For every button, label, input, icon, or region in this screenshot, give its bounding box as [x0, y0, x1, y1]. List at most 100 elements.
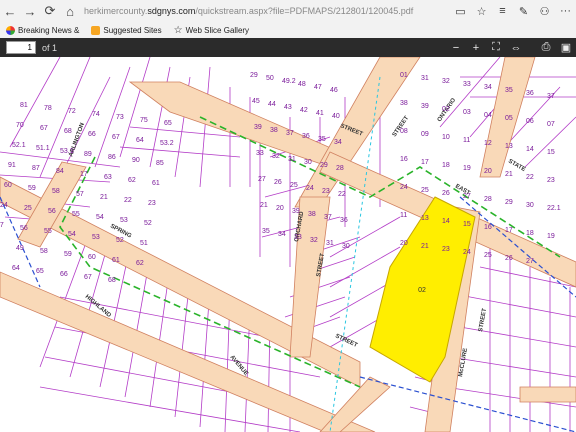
url-path: /quickstream.aspx?file=PDFMAPS/212801/12…	[195, 6, 414, 16]
parcel-number: 81	[20, 102, 28, 109]
parcel-number: 36	[302, 133, 310, 140]
back-icon[interactable]: ←	[0, 0, 20, 22]
parcel-number: 66	[60, 271, 68, 278]
page-number-input[interactable]: 1	[6, 41, 36, 54]
notes-icon[interactable]: ✎	[513, 0, 534, 22]
parcel-number: 28	[336, 165, 344, 172]
favorite-label: Suggested Sites	[103, 25, 162, 35]
refresh-icon[interactable]: ⟳	[40, 0, 60, 22]
parcel-number: 26	[442, 190, 450, 197]
parcel-number: 31	[326, 240, 334, 247]
favorite-breaking-news[interactable]: Breaking News &	[6, 25, 79, 35]
parcel-number: 52.1	[12, 142, 26, 149]
parcel-number: 33	[294, 234, 302, 241]
parcel-number: 26	[274, 179, 282, 186]
parcel-number: 54	[68, 231, 76, 238]
parcel-number: 38	[270, 127, 278, 134]
parcel-number: 17	[505, 227, 513, 234]
parcel-number: 44	[268, 101, 276, 108]
parcel-number: 86	[108, 154, 116, 161]
parcel-number: 60	[4, 182, 12, 189]
parcel-number: 85	[156, 160, 164, 167]
favorite-label: Web Slice Gallery	[185, 25, 250, 35]
parcel-number: 43	[284, 104, 292, 111]
parcel-number: 40	[332, 113, 340, 120]
parcel-number: 25	[484, 252, 492, 259]
home-icon[interactable]: ⌂	[60, 0, 80, 22]
forward-icon[interactable]: →	[20, 0, 40, 22]
parcel-number: 20	[484, 168, 492, 175]
parcel-number: 55	[72, 211, 80, 218]
parcel-number: 89	[84, 151, 92, 158]
parcel-number: 51	[140, 240, 148, 247]
parcel-number: 23	[148, 200, 156, 207]
favorite-suggested-sites[interactable]: Suggested Sites	[91, 25, 162, 35]
parcel-number: 20	[276, 205, 284, 212]
favorite-web-slice[interactable]: ☆ Web Slice Gallery	[173, 24, 250, 36]
parcel-number: 32	[310, 237, 318, 244]
parcel-number: 73	[116, 114, 124, 121]
parcel-number: 64	[12, 265, 20, 272]
zoom-out-icon[interactable]: −	[446, 38, 466, 57]
parcel-number: 65	[36, 268, 44, 275]
parcel-number: 53.2	[160, 140, 174, 147]
parcel-number: 27	[258, 176, 266, 183]
parcel-number: 66	[88, 131, 96, 138]
parcel-number: 14	[442, 218, 450, 225]
parcel-number: 53.1	[60, 148, 74, 155]
fit-page-icon[interactable]: ⛶	[486, 38, 506, 57]
save-icon[interactable]: ▣	[556, 38, 576, 57]
parcel-number: 39	[421, 103, 429, 110]
hub-icon[interactable]: ≡	[492, 0, 513, 22]
parcel-number: 38	[308, 211, 316, 218]
parcel-number: 14	[526, 146, 534, 153]
favorite-star-icon[interactable]: ☆	[471, 0, 492, 22]
parcel-number: 21	[260, 202, 268, 209]
parcel-number: 23	[442, 246, 450, 253]
parcel-number: 17	[80, 171, 88, 178]
parcel-number: 42	[300, 107, 308, 114]
parcel-number: 37	[286, 130, 294, 137]
parcel-number: 35	[262, 228, 270, 235]
parcel-number: 22	[526, 174, 534, 181]
zoom-in-icon[interactable]: +	[466, 38, 486, 57]
parcel-number: 24	[306, 185, 314, 192]
parcel-number: 75	[140, 117, 148, 124]
parcel-number: 48	[298, 81, 306, 88]
more-icon[interactable]: ···	[555, 0, 576, 22]
parcel-number: 11	[463, 137, 470, 144]
parcel-number: 13	[421, 215, 429, 222]
favorites-bar: Breaking News & Suggested Sites ☆ Web Sl…	[0, 22, 576, 39]
parcel-number: 63	[104, 174, 112, 181]
parcel-number: 37	[547, 93, 555, 100]
share-icon[interactable]: ⚇	[534, 0, 555, 22]
parcel-number: 27	[463, 193, 471, 200]
parcel-number: 31	[288, 156, 296, 163]
parcel-number: 09	[421, 131, 429, 138]
parcel-number: 58	[40, 248, 48, 255]
parcel-number: 67	[84, 274, 92, 281]
parcel-number: 49.2	[282, 78, 296, 85]
parcel-number: 15	[547, 149, 555, 156]
parcel-number: 21	[421, 243, 429, 250]
parcel-number: 46	[330, 87, 338, 94]
parcel-number: 57	[0, 222, 4, 229]
url-field[interactable]: herkimercounty.sdgnys.com/quickstream.as…	[84, 6, 450, 16]
parcel-number: 23	[547, 177, 555, 184]
suggested-sites-icon	[91, 25, 101, 35]
parcel-number: 50	[266, 75, 274, 82]
parcel-number: 05	[505, 115, 513, 122]
parcel-number: 19	[463, 165, 471, 172]
parcel-number: 25	[24, 205, 32, 212]
parcel-number: 30	[342, 243, 350, 250]
parcel-number: 30	[304, 159, 312, 166]
parcel-number: 21	[100, 194, 108, 201]
parcel-number: 34	[278, 231, 286, 238]
parcel-number: 54	[96, 214, 104, 221]
reading-view-icon[interactable]: ▭	[450, 0, 471, 22]
fit-width-icon[interactable]: ⇔	[506, 38, 526, 57]
parcel-number: 62	[136, 260, 144, 267]
parcel-number: 07	[547, 121, 555, 128]
star-icon: ☆	[173, 24, 183, 36]
print-icon[interactable]: ⎙	[536, 38, 556, 57]
